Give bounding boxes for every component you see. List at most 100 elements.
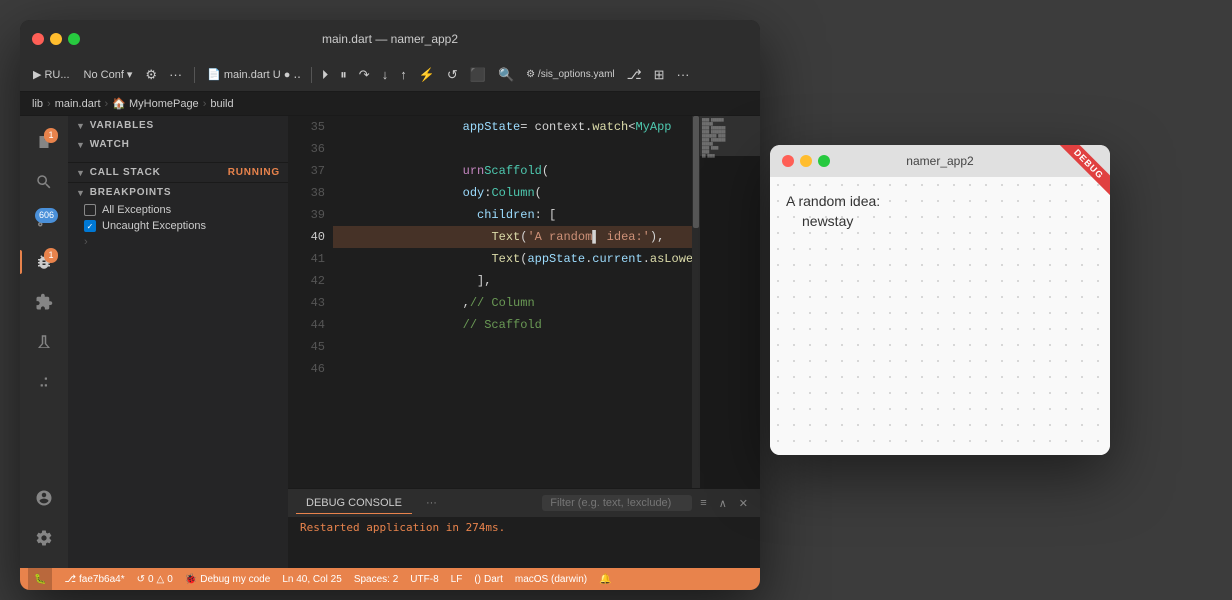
stop-btn[interactable]: ⬛ xyxy=(466,65,490,85)
app-traffic-lights xyxy=(782,155,830,167)
code-container[interactable]: 35 36 37 38 39 40 41 42 43 44 45 46 xyxy=(288,116,700,488)
debug-console-tab[interactable]: DEBUG CONSOLE xyxy=(296,493,412,514)
status-os[interactable]: macOS (darwin) xyxy=(515,574,587,585)
app-maximize-btn[interactable] xyxy=(818,155,830,167)
breadcrumb-main-dart[interactable]: main.dart xyxy=(55,98,101,110)
app-text-sub: newstay xyxy=(802,213,1094,229)
activity-source-control[interactable]: 606 xyxy=(26,204,62,240)
breakpoint-uncaught-exceptions[interactable]: Uncaught Exceptions xyxy=(68,218,288,234)
status-encoding[interactable]: UTF-8 xyxy=(410,574,438,585)
debug-corner-badge: DEBUG xyxy=(1050,145,1110,205)
breakpoints-header[interactable]: ▼ BREAKPOINTS xyxy=(68,183,288,202)
breadcrumb-build[interactable]: build xyxy=(210,98,233,110)
breadcrumb: lib › main.dart › 🏠 MyHomePage › build xyxy=(20,92,760,116)
status-spaces[interactable]: Spaces: 2 xyxy=(354,574,398,585)
uncaught-exceptions-checkbox[interactable] xyxy=(84,220,96,232)
status-debug-label[interactable]: 🐞 Debug my code xyxy=(185,574,271,585)
main-area: 1 606 1 xyxy=(20,116,760,568)
app-content-inner: A random idea: newstay xyxy=(786,193,1094,229)
toolbar-divider xyxy=(194,67,195,83)
app-window-title: namer_app2 xyxy=(906,154,973,168)
more-btn2[interactable]: ··· xyxy=(673,65,694,84)
more-icon[interactable]: ··· xyxy=(165,65,186,84)
run-button[interactable]: ▶ RU... xyxy=(28,66,75,83)
wrap-output-btn[interactable]: ≡ xyxy=(696,495,710,511)
status-notifications[interactable]: 🔔 xyxy=(599,574,611,585)
watch-chevron: ▼ xyxy=(76,140,86,150)
all-exceptions-checkbox[interactable] xyxy=(84,204,96,216)
step-out-btn[interactable]: ↑ xyxy=(396,65,411,84)
continue-btn[interactable]: ⏵ xyxy=(318,65,333,85)
watch-header[interactable]: ▼ WATCH xyxy=(68,135,288,154)
restart-btn[interactable]: ↺ xyxy=(443,65,462,85)
breadcrumb-lib[interactable]: lib xyxy=(32,98,43,110)
file-tab-main[interactable]: 📄 main.dart U ● ‥ xyxy=(203,66,305,83)
status-line-ending[interactable]: LF xyxy=(451,574,463,585)
chevron-down-icon: ▾ xyxy=(127,68,133,81)
code-line-46 xyxy=(333,358,693,380)
activity-bottom xyxy=(26,480,62,560)
explorer-badge: 1 xyxy=(44,128,58,143)
debug-icon: 🐛 xyxy=(34,574,46,585)
debug-toolbar: ▶ RU... No Conf ▾ ⚙ ··· 📄 main.dart U ● … xyxy=(20,58,760,92)
editor-with-minimap: 35 36 37 38 39 40 41 42 43 44 45 46 xyxy=(288,116,760,488)
debug-sidebar: ▼ VARIABLES ▼ WATCH ▼ CALL STACK Running xyxy=(68,116,288,568)
callstack-header[interactable]: ▼ CALL STACK Running xyxy=(68,163,288,182)
step-into-btn[interactable]: ↓ xyxy=(378,65,393,84)
close-button[interactable] xyxy=(32,33,44,45)
status-branch[interactable]: ⎇ fae7b6a4* xyxy=(64,574,124,585)
breakpoint-all-exceptions[interactable]: All Exceptions xyxy=(68,202,288,218)
minimize-button[interactable] xyxy=(50,33,62,45)
vscode-window: main.dart — namer_app2 ▶ RU... No Conf ▾… xyxy=(20,20,760,590)
hot-reload-btn[interactable]: ⚡ xyxy=(415,65,439,85)
breakpoint-expand[interactable]: › xyxy=(68,234,288,250)
title-bar: main.dart — namer_app2 xyxy=(20,20,760,58)
config-file-btn[interactable]: ⚙ /sis_options.yaml xyxy=(522,67,618,82)
breadcrumb-sep-2: › xyxy=(105,98,109,110)
maximize-button[interactable] xyxy=(68,33,80,45)
status-language[interactable]: () Dart xyxy=(474,574,503,585)
app-text-main: A random idea: xyxy=(786,193,1094,209)
vertical-scrollbar[interactable] xyxy=(692,116,700,488)
activity-bar: 1 606 1 xyxy=(20,116,68,568)
breadcrumb-myhomepage[interactable]: 🏠 MyHomePage xyxy=(112,97,198,110)
code-line-44: // Scaffold xyxy=(333,314,693,336)
status-debug-icon[interactable]: 🐛 xyxy=(28,568,52,590)
bottom-panel: DEBUG CONSOLE ··· ≡ ∧ ✕ Restarted applic… xyxy=(288,488,760,568)
activity-extensions[interactable] xyxy=(26,284,62,320)
split-editor-btn[interactable]: ⊞ xyxy=(650,65,669,85)
panel-more-tab[interactable]: ··· xyxy=(416,493,447,514)
activity-flask[interactable] xyxy=(26,324,62,360)
filter-input[interactable] xyxy=(542,495,692,511)
branch-btn[interactable]: ⎇ xyxy=(623,65,646,85)
activity-explorer[interactable]: 1 xyxy=(26,124,62,160)
status-errors[interactable]: ↺ 0 △ 0 xyxy=(137,574,173,585)
language-icon: () xyxy=(474,574,481,585)
console-output: Restarted application in 274ms. xyxy=(300,521,748,534)
app-minimize-btn[interactable] xyxy=(800,155,812,167)
search-btn[interactable]: 🔍 xyxy=(494,65,518,85)
warning-icon: △ xyxy=(157,574,165,585)
no-conf-button[interactable]: No Conf ▾ xyxy=(79,66,138,83)
variables-header[interactable]: ▼ VARIABLES xyxy=(68,116,288,135)
step-over-btn[interactable]: ↷ xyxy=(355,65,374,85)
activity-account[interactable] xyxy=(26,480,62,516)
toolbar-divider-2 xyxy=(311,67,312,83)
activity-search[interactable] xyxy=(26,164,62,200)
editor-area: 35 36 37 38 39 40 41 42 43 44 45 46 xyxy=(288,116,760,568)
variables-section: ▼ VARIABLES xyxy=(68,116,288,135)
breakpoints-chevron: ▼ xyxy=(76,188,86,198)
activity-settings[interactable] xyxy=(26,520,62,556)
settings-icon[interactable]: ⚙ xyxy=(141,65,161,85)
close-panel-btn[interactable]: ✕ xyxy=(735,495,752,512)
app-title-bar: namer_app2 DEBUG xyxy=(770,145,1110,177)
scrollbar-thumb[interactable] xyxy=(693,116,699,228)
app-close-btn[interactable] xyxy=(782,155,794,167)
status-position[interactable]: Ln 40, Col 25 xyxy=(282,574,342,585)
pause-btn[interactable]: ⏸ xyxy=(336,65,351,85)
activity-git[interactable] xyxy=(26,364,62,400)
activity-debug[interactable]: 1 xyxy=(26,244,62,280)
variables-chevron: ▼ xyxy=(76,121,86,131)
scroll-lock-btn[interactable]: ∧ xyxy=(715,495,731,512)
debug-bug-icon: 🐞 xyxy=(185,574,197,585)
